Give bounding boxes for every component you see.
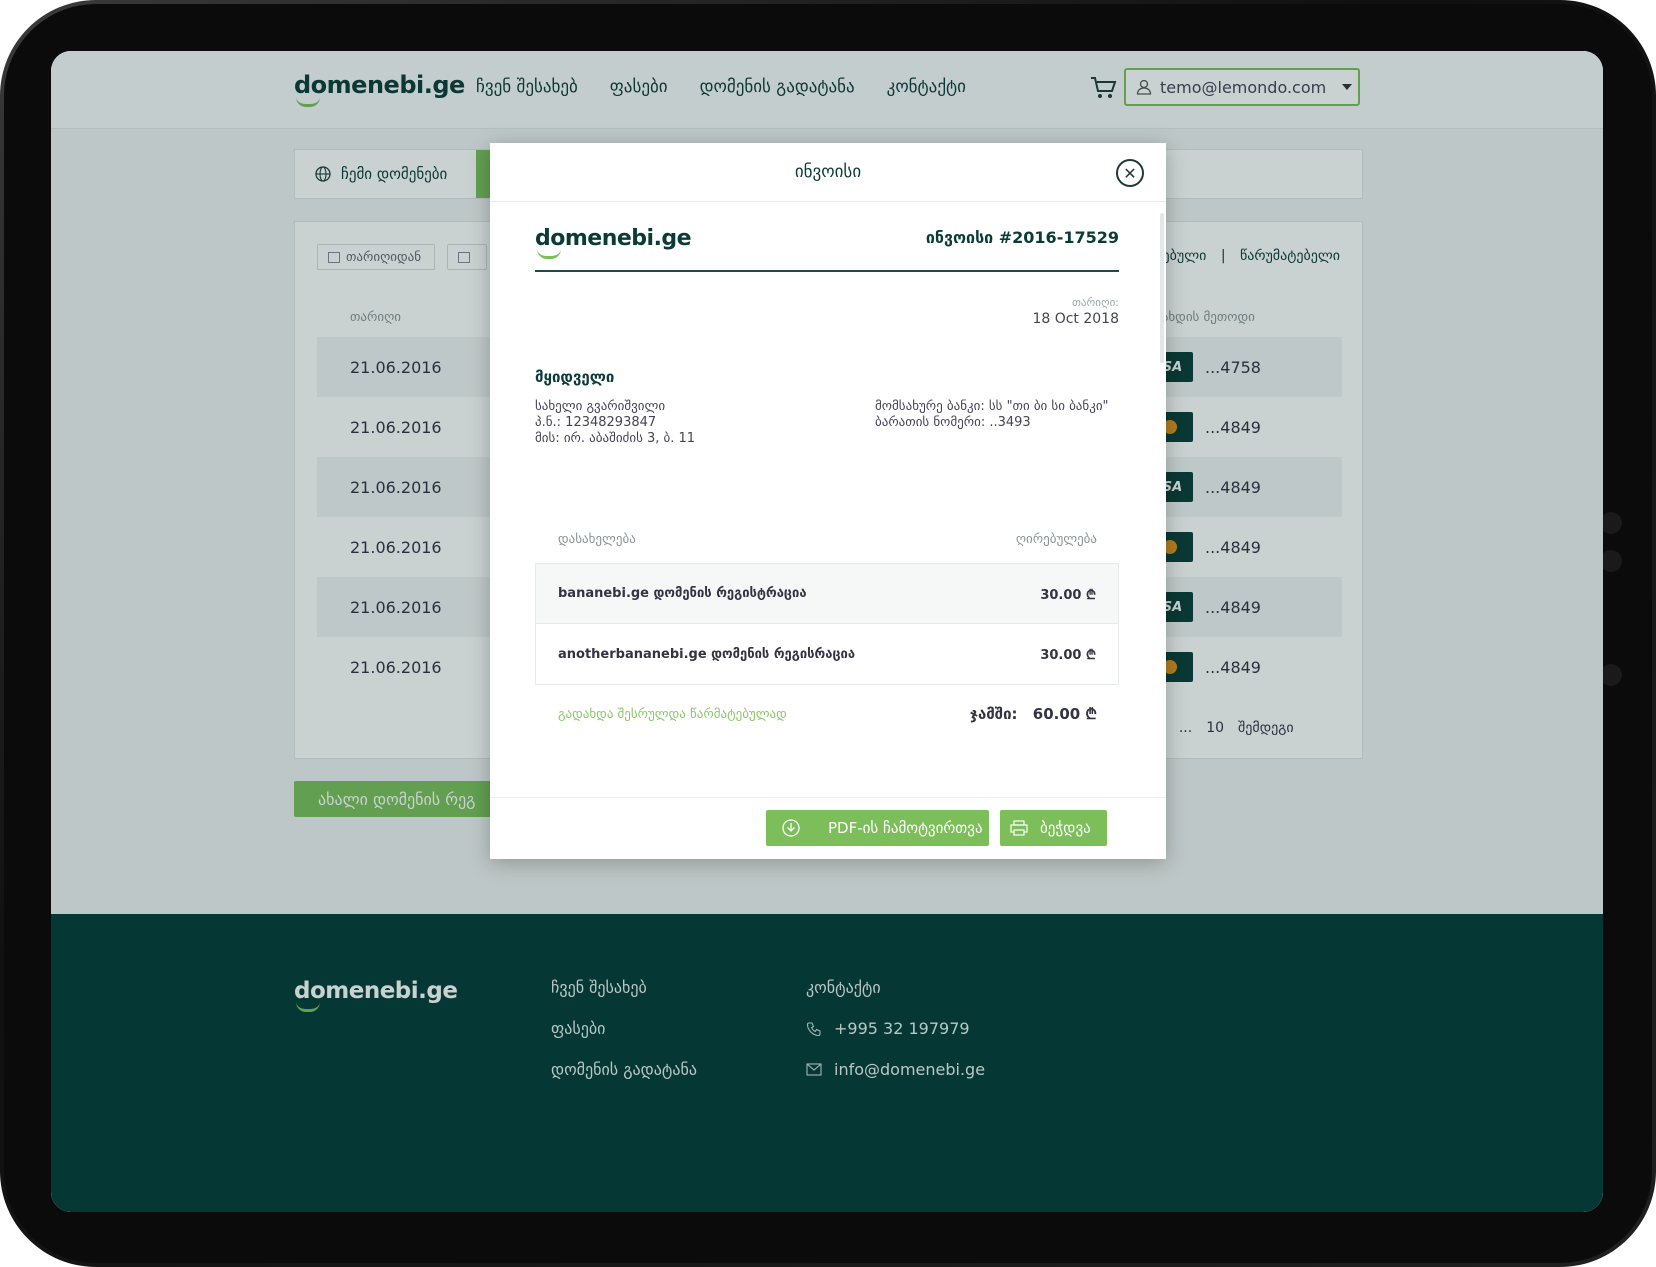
modal-title: ინვოისი (794, 162, 862, 182)
card-number: ბარათის ნომერი: ..3493 (875, 415, 1031, 430)
download-pdf-label: PDF-ის ჩამოტვირთვა (828, 819, 983, 837)
invoice-modal: ინვოისი ✕ domenebi.ge ინვოისი #2016-1752… (490, 143, 1166, 859)
bank-details: მომსახურე ბანკი: სს "თი ბი სი ბანკი" ბარ… (875, 399, 1109, 431)
item-amount: 30.00 ₾ (1040, 648, 1096, 663)
invoice-logo: domenebi.ge (535, 226, 692, 259)
printer-icon (1010, 820, 1028, 836)
invoice-item: anotherbananebi.ge დომენის რეგისრაცია 30… (536, 624, 1118, 684)
invoice-number: ინვოისი #2016-17529 (925, 228, 1119, 247)
invoice-total: ჯამში: 60.00 ₾ (970, 704, 1097, 724)
item-name: anotherbananebi.ge დომენის რეგისრაცია (558, 646, 856, 662)
side-button (1600, 664, 1622, 686)
payment-status: გადახდა შესრულდა წარმატებულად (558, 707, 787, 722)
tablet-frame: domenebi.ge ჩვენ შესახებ ფასები დომენის … (0, 0, 1656, 1267)
download-pdf-button[interactable]: PDF-ის ჩამოტვირთვა (766, 810, 989, 846)
side-button (1600, 512, 1622, 534)
invoice-items: bananebi.ge დომენის რეგისტრაცია 30.00 ₾ … (535, 563, 1119, 685)
side-button (1600, 550, 1622, 572)
modal-scrollbar[interactable] (1160, 213, 1164, 363)
item-amount: 30.00 ₾ (1040, 587, 1096, 603)
modal-header: ინვოისი ✕ (490, 143, 1166, 202)
col-value-header: ღირებულება (1015, 532, 1097, 547)
buyer-heading: მყიდველი (535, 368, 615, 386)
screen: domenebi.ge ჩვენ შესახებ ფასები დომენის … (51, 51, 1603, 1212)
divider (535, 270, 1119, 272)
date-label: თარიღი: (1072, 296, 1119, 309)
total-value: 60.00 ₾ (1032, 705, 1097, 723)
buyer-name: სახელი გვარიშვილი (535, 399, 666, 414)
print-button[interactable]: ბეჭდვა (1000, 810, 1107, 846)
item-name: bananebi.ge დომენის რეგისტრაცია (558, 586, 807, 601)
invoice-date: 18 Oct 2018 (1032, 311, 1119, 327)
modal-footer: PDF-ის ჩამოტვირთვა ბეჭდვა (490, 797, 1166, 859)
buyer-details: სახელი გვარიშვილი პ.ნ.: 12348293847 მის:… (535, 399, 695, 447)
col-name-header: დასახელება (558, 532, 636, 547)
buyer-id: პ.ნ.: 12348293847 (535, 415, 657, 430)
print-label: ბეჭდვა (1040, 819, 1091, 837)
invoice-logo-text: domenebi.ge (535, 226, 692, 251)
total-label: ჯამში: (969, 705, 1018, 723)
invoice-item: bananebi.ge დომენის რეგისტრაცია 30.00 ₾ (536, 564, 1118, 624)
download-icon (782, 819, 800, 837)
close-icon[interactable]: ✕ (1116, 159, 1144, 187)
buyer-address: მის: ირ. აბაშიძის 3, ბ. 11 (535, 431, 696, 446)
bank-name: მომსახურე ბანკი: სს "თი ბი სი ბანკი" (875, 399, 1109, 414)
